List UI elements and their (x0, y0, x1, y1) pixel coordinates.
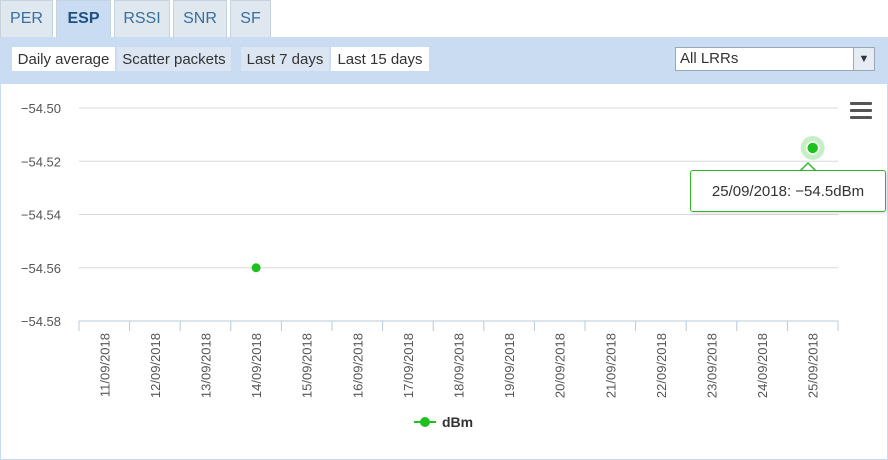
legend-marker-icon (414, 417, 436, 427)
x-tick-label: 14/09/2018 (249, 333, 264, 398)
x-tick-label: 12/09/2018 (148, 333, 163, 398)
x-tick-label: 18/09/2018 (452, 333, 467, 398)
x-tick-label: 23/09/2018 (705, 333, 720, 398)
x-tick-label: 16/09/2018 (350, 333, 365, 398)
chart-legend[interactable]: dBm (414, 412, 473, 432)
y-tick-label: −54.58 (21, 314, 61, 329)
tooltip-text: 25/09/2018: −54.5dBm (711, 182, 865, 200)
x-tick-label: 11/09/2018 (97, 333, 112, 397)
y-tick-label: −54.52 (21, 154, 61, 169)
x-tick-label: 19/09/2018 (502, 333, 517, 398)
x-tick-label: 17/09/2018 (401, 333, 416, 398)
x-tick-label: 13/09/2018 (199, 333, 214, 398)
y-tick-label: −54.54 (21, 208, 61, 223)
data-point (251, 263, 261, 273)
x-tick-label: 15/09/2018 (300, 333, 315, 398)
data-point (805, 141, 820, 155)
legend-label: dBm (442, 414, 474, 430)
chart-tooltip: 25/09/2018: −54.5dBm (690, 170, 886, 212)
y-tick-label: −54.50 (21, 101, 61, 116)
x-tick-label: 24/09/2018 (755, 333, 770, 398)
x-tick-label: 25/09/2018 (806, 333, 821, 398)
y-tick-label: −54.56 (21, 261, 61, 276)
esp-chart: −54.50 −54.52 −54.54 −54.56 −54.58 11/09/2018… (21, 101, 839, 398)
hamburger-menu-icon[interactable] (850, 102, 872, 120)
x-tick-label: 21/09/2018 (603, 333, 618, 398)
x-tick-label: 22/09/2018 (654, 333, 669, 398)
x-tick-label: 20/09/2018 (553, 333, 568, 398)
